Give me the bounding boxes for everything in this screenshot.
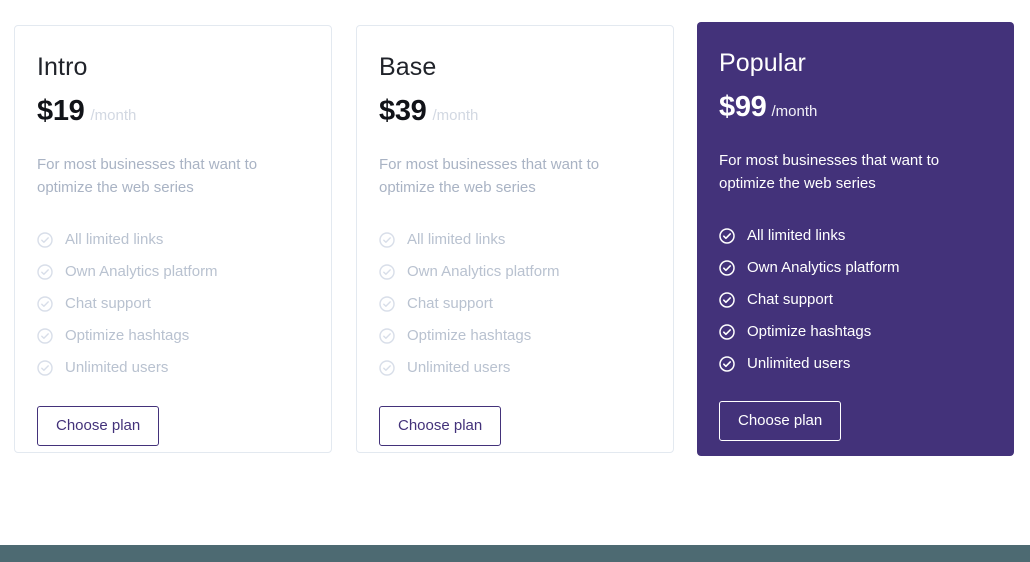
plan-title: Popular — [719, 49, 806, 77]
price-period: /month — [90, 106, 137, 124]
feature-label: Optimize hashtags — [407, 327, 532, 344]
price-row: $19 /month — [37, 95, 309, 128]
circle-check-icon — [37, 231, 53, 248]
feature-item: Optimize hashtags — [379, 320, 651, 352]
circle-check-icon — [719, 259, 735, 276]
circle-check-icon — [379, 327, 395, 344]
circle-check-icon — [719, 323, 735, 340]
feature-label: Optimize hashtags — [747, 323, 872, 340]
plan-description: For most businesses that want to optimiz… — [37, 155, 258, 196]
choose-plan-button[interactable]: Choose plan — [37, 405, 160, 446]
circle-check-icon — [379, 263, 395, 280]
choose-plan-button[interactable]: Choose plan — [379, 405, 502, 446]
feature-list: All limited links Own Analytics platform… — [379, 224, 651, 384]
feature-item: All limited links — [379, 224, 651, 256]
pricing-card-intro: Intro $19 /month For most businesses tha… — [14, 25, 332, 453]
circle-check-icon — [719, 355, 735, 372]
feature-item: All limited links — [37, 224, 309, 256]
feature-list: All limited links Own Analytics platform… — [37, 224, 309, 384]
circle-check-icon — [379, 231, 395, 248]
footer-bar — [0, 545, 1030, 562]
circle-check-icon — [719, 227, 735, 244]
choose-plan-button[interactable]: Choose plan — [719, 400, 842, 441]
feature-item: All limited links — [719, 220, 992, 252]
price-row: $39 /month — [379, 95, 651, 128]
circle-check-icon — [37, 327, 53, 344]
feature-item: Chat support — [379, 288, 651, 320]
feature-label: All limited links — [65, 231, 164, 248]
feature-item: Chat support — [719, 284, 992, 316]
feature-item: Unlimited users — [379, 352, 651, 384]
feature-item: Own Analytics platform — [37, 256, 309, 288]
feature-item: Unlimited users — [719, 348, 992, 380]
feature-item: Optimize hashtags — [37, 320, 309, 352]
price-amount: $19 — [37, 94, 85, 127]
feature-label: Unlimited users — [65, 359, 169, 376]
feature-label: Unlimited users — [747, 355, 851, 372]
price-amount: $39 — [379, 94, 427, 127]
feature-label: Optimize hashtags — [65, 327, 190, 344]
plan-title: Intro — [37, 53, 88, 81]
circle-check-icon — [719, 291, 735, 308]
circle-check-icon — [379, 295, 395, 312]
feature-label: Own Analytics platform — [407, 263, 560, 280]
feature-label: Own Analytics platform — [65, 263, 218, 280]
feature-label: Unlimited users — [407, 359, 511, 376]
pricing-card-base: Base $39 /month For most businesses that… — [356, 25, 674, 453]
pricing-card-popular: Popular $99 /month For most businesses t… — [697, 22, 1014, 456]
circle-check-icon — [37, 263, 53, 280]
pricing-plans-section: Intro $19 /month For most businesses tha… — [0, 0, 1030, 545]
feature-label: Chat support — [65, 295, 151, 312]
plan-title: Base — [379, 53, 437, 81]
feature-item: Chat support — [37, 288, 309, 320]
feature-item: Own Analytics platform — [719, 252, 992, 284]
plan-description: For most businesses that want to optimiz… — [379, 155, 600, 196]
price-amount: $99 — [719, 90, 767, 123]
feature-label: All limited links — [407, 231, 506, 248]
plan-description: For most businesses that want to optimiz… — [719, 151, 940, 192]
price-period: /month — [432, 106, 479, 124]
feature-item: Own Analytics platform — [379, 256, 651, 288]
circle-check-icon — [37, 295, 53, 312]
feature-label: Own Analytics platform — [747, 259, 900, 276]
circle-check-icon — [37, 359, 53, 376]
price-row: $99 /month — [719, 91, 992, 124]
feature-label: Chat support — [747, 291, 833, 308]
feature-item: Unlimited users — [37, 352, 309, 384]
feature-list: All limited links Own Analytics platform… — [719, 220, 992, 380]
feature-label: All limited links — [747, 227, 846, 244]
feature-label: Chat support — [407, 295, 493, 312]
circle-check-icon — [379, 359, 395, 376]
price-period: /month — [771, 102, 818, 120]
feature-item: Optimize hashtags — [719, 316, 992, 348]
